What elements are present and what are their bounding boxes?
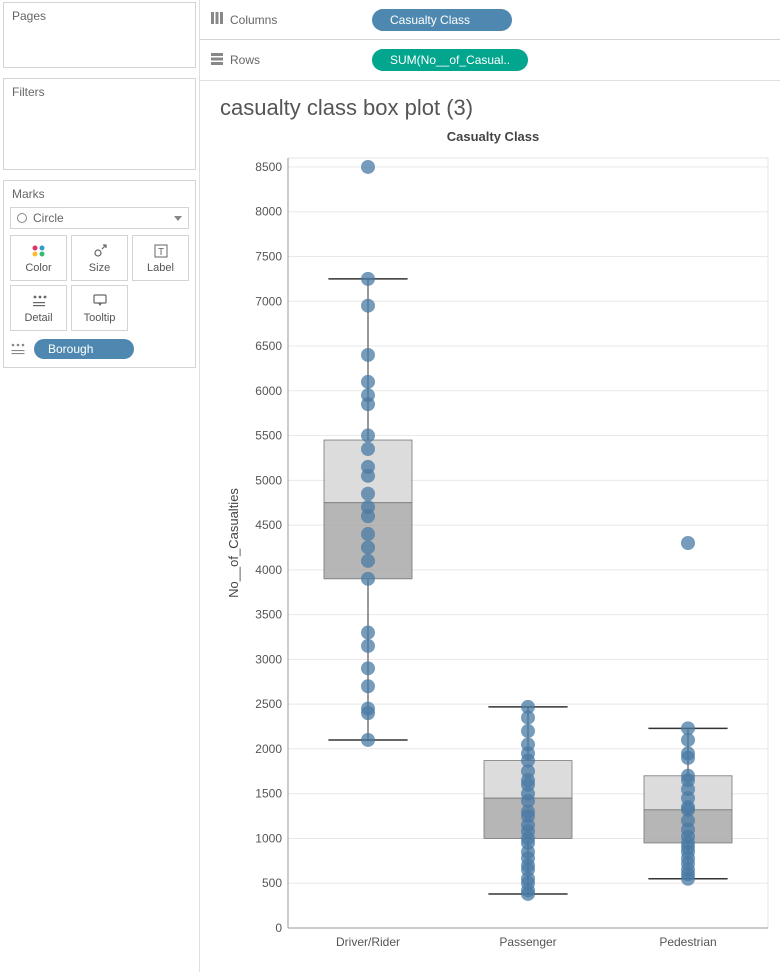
- data-point[interactable]: [361, 527, 375, 541]
- marks-card: Marks Circle Color: [3, 180, 196, 368]
- data-point[interactable]: [361, 639, 375, 653]
- svg-text:3000: 3000: [255, 652, 282, 666]
- data-point[interactable]: [681, 751, 695, 765]
- svg-text:7000: 7000: [255, 294, 282, 308]
- tooltip-button[interactable]: Tooltip: [71, 285, 128, 331]
- data-point[interactable]: [361, 540, 375, 554]
- size-icon: [91, 242, 109, 260]
- rows-label: Rows: [230, 53, 260, 67]
- data-point[interactable]: [681, 536, 695, 550]
- circle-icon: [17, 213, 27, 223]
- columns-pill[interactable]: Casualty Class: [372, 9, 512, 31]
- data-point[interactable]: [361, 299, 375, 313]
- detail-shelf-icon: [10, 342, 28, 356]
- data-point[interactable]: [361, 706, 375, 720]
- data-point[interactable]: [361, 572, 375, 586]
- svg-text:6000: 6000: [255, 384, 282, 398]
- svg-text:2000: 2000: [255, 742, 282, 756]
- data-point[interactable]: [521, 724, 535, 738]
- data-point[interactable]: [361, 661, 375, 675]
- chevron-down-icon: [174, 216, 182, 221]
- rows-icon: [210, 52, 224, 69]
- data-point[interactable]: [361, 626, 375, 640]
- marks-title: Marks: [4, 181, 195, 205]
- pages-shelf[interactable]: Pages: [3, 2, 196, 68]
- mark-type-label: Circle: [33, 211, 64, 225]
- svg-text:0: 0: [275, 921, 282, 935]
- data-point[interactable]: [521, 711, 535, 725]
- svg-text:4500: 4500: [255, 518, 282, 532]
- svg-text:2500: 2500: [255, 697, 282, 711]
- data-point[interactable]: [361, 733, 375, 747]
- columns-shelf[interactable]: Columns Casualty Class: [200, 0, 780, 40]
- svg-text:5000: 5000: [255, 473, 282, 487]
- svg-text:3500: 3500: [255, 608, 282, 622]
- color-button[interactable]: Color: [10, 235, 67, 281]
- data-point[interactable]: [361, 442, 375, 456]
- mark-type-select[interactable]: Circle: [10, 207, 189, 229]
- data-point[interactable]: [521, 887, 535, 901]
- data-point[interactable]: [361, 375, 375, 389]
- rows-shelf[interactable]: Rows SUM(No__of_Casual..: [200, 40, 780, 80]
- data-point[interactable]: [361, 554, 375, 568]
- data-point[interactable]: [361, 429, 375, 443]
- svg-text:Driver/Rider: Driver/Rider: [336, 935, 400, 949]
- svg-text:No__of_Casualties: No__of_Casualties: [226, 488, 241, 598]
- chart-area[interactable]: 0 500 1000 1500 2000 2500 3000 3500 4000 4500 5000…: [208, 148, 778, 971]
- data-point[interactable]: [361, 469, 375, 483]
- columns-icon: [210, 11, 224, 28]
- data-point[interactable]: [361, 348, 375, 362]
- svg-text:6500: 6500: [255, 339, 282, 353]
- svg-text:7500: 7500: [255, 249, 282, 263]
- data-point[interactable]: [681, 733, 695, 747]
- rows-pill[interactable]: SUM(No__of_Casual..: [372, 49, 528, 71]
- pages-title: Pages: [4, 3, 195, 27]
- color-icon: [30, 242, 48, 260]
- svg-text:5500: 5500: [255, 429, 282, 443]
- data-point[interactable]: [361, 397, 375, 411]
- data-point[interactable]: [361, 679, 375, 693]
- svg-text:T: T: [157, 247, 163, 258]
- svg-text:Passenger: Passenger: [499, 935, 556, 949]
- label-icon: T: [152, 242, 170, 260]
- viz-title: casualty class box plot (3): [208, 95, 778, 127]
- columns-label: Columns: [230, 13, 277, 27]
- data-point[interactable]: [361, 487, 375, 501]
- tooltip-icon: [91, 292, 109, 310]
- size-button[interactable]: Size: [71, 235, 128, 281]
- svg-text:8000: 8000: [255, 205, 282, 219]
- data-point[interactable]: [361, 160, 375, 174]
- svg-text:4000: 4000: [255, 563, 282, 577]
- svg-text:Pedestrian: Pedestrian: [659, 935, 716, 949]
- detail-pill-borough[interactable]: Borough: [34, 339, 134, 359]
- column-header: Casualty Class: [208, 129, 778, 144]
- svg-text:1500: 1500: [255, 787, 282, 801]
- data-point[interactable]: [681, 872, 695, 886]
- data-point[interactable]: [361, 509, 375, 523]
- label-button[interactable]: T Label: [132, 235, 189, 281]
- filters-shelf[interactable]: Filters: [3, 78, 196, 170]
- detail-icon: [30, 292, 48, 310]
- svg-text:500: 500: [262, 876, 282, 890]
- detail-button[interactable]: Detail: [10, 285, 67, 331]
- filters-title: Filters: [4, 79, 195, 103]
- svg-text:1000: 1000: [255, 831, 282, 845]
- data-point[interactable]: [361, 272, 375, 286]
- svg-text:8500: 8500: [255, 160, 282, 174]
